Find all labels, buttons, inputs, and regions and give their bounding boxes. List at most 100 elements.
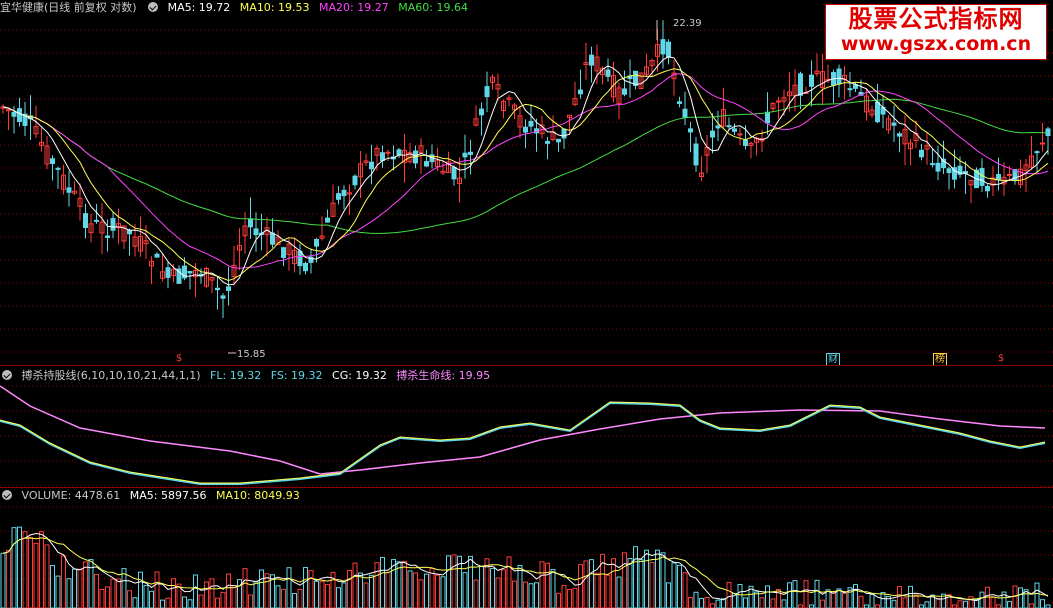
event-mark-dividend[interactable]: $ [175,353,183,364]
candle-body [187,270,193,274]
candle-body [55,167,61,170]
ma5-label: MA5: 19.72 [167,1,231,14]
volume-bar [539,561,545,608]
candle-body [578,89,583,95]
volume-toggle-icon[interactable] [2,490,12,500]
candle-body [1034,151,1040,154]
volume-bar [512,580,517,608]
volume-panel[interactable]: VOLUME: 4478.61 MA5: 5897.56 MA10: 8049.… [0,487,1053,608]
volume-bar [880,592,886,608]
volume-bar [501,569,506,608]
volume-bar [347,570,352,608]
indicator-panel[interactable]: 搏杀持股线(6,10,10,10,21,44,1,1) FL: 19.32 FS… [0,366,1053,487]
volume-bar [88,559,94,608]
fs-label: FS: 19.32 [270,369,323,382]
volume-bar [908,585,913,608]
volume-bar [688,597,693,608]
candle-body [556,138,561,143]
volume-bar [979,591,985,608]
candle-body [715,125,721,129]
volume-bar [336,587,341,608]
volume-bar [963,600,968,608]
candle-body [798,73,803,96]
volume-bar [11,527,17,608]
candle-body [677,101,682,104]
volume-bar [715,599,721,608]
volume-bar [561,584,567,608]
volume-bar [143,584,149,608]
low-price-label: 15.85 [237,349,266,360]
candle-body [220,295,226,299]
volume-bar [1012,585,1018,608]
candle-body [545,140,550,144]
volume-bar [611,558,616,608]
candle-body [523,126,528,133]
volume-bar [583,560,589,608]
candle-body [660,39,666,55]
volume-bar [374,562,380,608]
candle-body [396,149,402,156]
candle-body [380,152,385,161]
candle-body [743,139,748,146]
candle-body [809,74,814,87]
volume-bar [858,595,864,608]
candle-body [919,149,924,158]
volume-bar [105,586,110,608]
volume-bar [352,562,358,608]
volume-bar [803,580,809,608]
legend-toggle-icon[interactable] [148,2,159,12]
watermark-url: www.gszx.com.cn [840,33,1032,55]
candle-body [935,162,941,172]
volume-bar [22,531,28,608]
candle-body [710,130,715,138]
price-chart-panel[interactable]: 宜华健康(日线 前复权 对数) MA5: 19.72 MA10: 19.53 M… [0,0,1053,366]
volume-bar [506,556,512,608]
event-mark-dividend-2[interactable]: $ [997,353,1005,364]
volume-bar [869,594,875,608]
volume-bar [754,591,759,608]
volume-bar [853,584,858,608]
candle-body [996,174,1001,181]
volume-bar [171,578,176,608]
volume-chart[interactable] [0,487,1053,608]
volume-bar [248,594,253,608]
volume-bar [891,599,897,608]
candle-body [154,253,160,258]
volume-bar [957,600,963,608]
volume-bar [116,578,121,608]
volume-bar [303,567,308,608]
volume-bar [418,579,424,608]
volume-bar [622,552,627,608]
candle-body [1040,142,1045,145]
volume-bar [578,564,583,608]
volume-bar [231,585,237,608]
volume-bar [253,580,259,608]
ma20-label: MA20: 19.27 [319,1,389,14]
price-legend: 宜华健康(日线 前复权 对数) MA5: 19.72 MA10: 19.53 M… [0,0,474,16]
volume-bar [649,561,655,608]
ma60-label: MA60: 19.64 [398,1,468,14]
indicator-toggle-icon[interactable] [2,370,12,380]
volume-bar [792,580,798,608]
volume-bar [242,568,248,608]
candle-body [732,128,737,132]
cg-label: CG: 19.32 [332,369,387,382]
candle-body [341,189,347,197]
candle-body [297,250,303,267]
volume-bar [110,578,116,608]
volume-bar [281,588,286,608]
fl-label: FL: 19.32 [210,369,262,382]
candle-body [314,238,319,247]
volume-bar [1034,582,1040,608]
candle-body [462,152,468,158]
watermark-logo: 股票公式指标网 www.gszx.com.cn [825,4,1047,60]
candle-body [528,120,534,127]
volume-bar [633,546,638,608]
volume-bar [451,554,457,608]
candle-body [1007,173,1012,176]
volume-bar [831,591,836,608]
volume-bar [182,596,187,608]
candle-body [765,111,770,124]
candle-body [666,41,671,58]
indicator-chart[interactable] [0,366,1053,487]
